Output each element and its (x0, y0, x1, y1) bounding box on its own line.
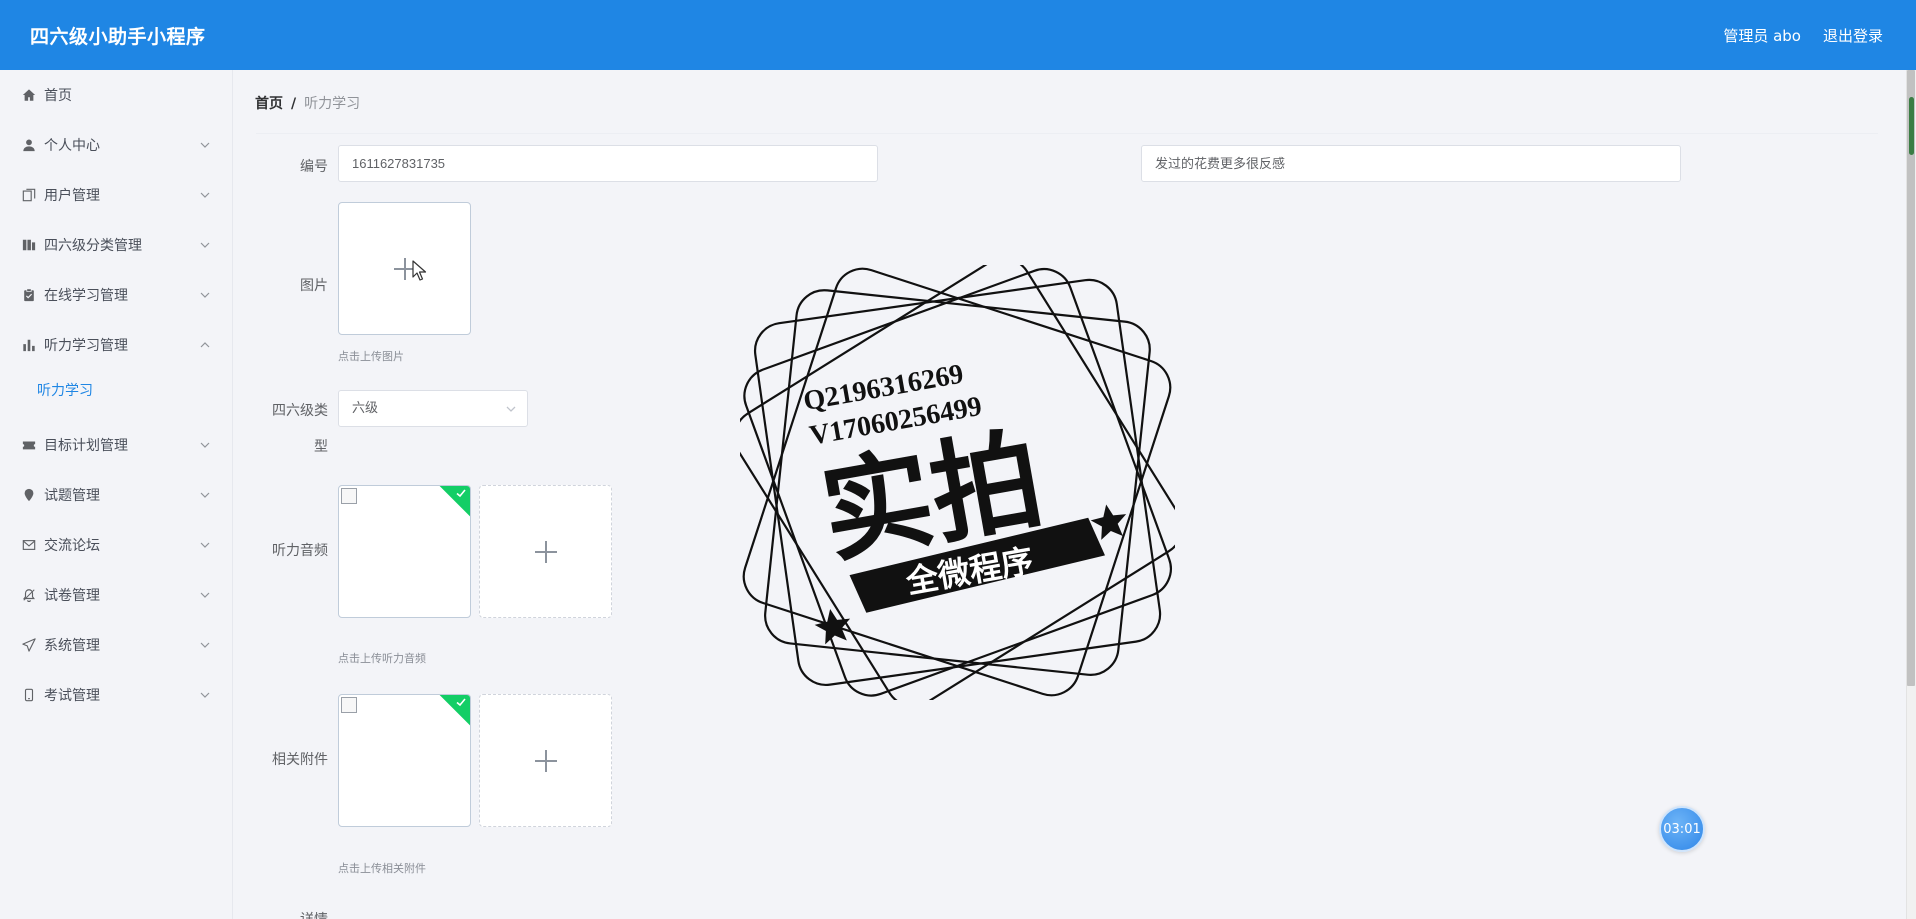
audio-upload-tip: 点击上传听力音频 (338, 652, 426, 665)
breadcrumb-current: 听力学习 (304, 96, 361, 112)
scrollbar-thumb[interactable] (1907, 70, 1915, 686)
chevron-down-icon (200, 242, 210, 248)
sidebar-item-profile[interactable]: 个人中心 (0, 120, 233, 170)
sidebar-item-label: 试卷管理 (44, 588, 100, 604)
mobile-icon (22, 688, 36, 702)
broken-image-icon (341, 488, 357, 504)
location-icon (22, 488, 36, 502)
attachment-upload-button[interactable] (479, 694, 612, 827)
audio-file-card[interactable] (338, 485, 471, 618)
image-upload-tip: 点击上传图片 (338, 350, 404, 363)
sidebar-item-label: 在线学习管理 (44, 288, 128, 304)
sidebar-item-label: 系统管理 (44, 638, 100, 654)
sidebar-item-category[interactable]: 四六级分类管理 (0, 220, 233, 270)
header-actions: 管理员 abo 退出登录 (1723, 25, 1883, 46)
number-label: 编号 (300, 159, 328, 175)
sidebar-item-label: 试题管理 (44, 488, 100, 504)
sidebar-item-exams[interactable]: 考试管理 (0, 670, 233, 720)
chevron-down-icon (200, 542, 210, 548)
sidebar-item-label: 四六级分类管理 (44, 238, 142, 254)
breadcrumb: 首页 / 听力学习 (255, 93, 360, 113)
sidebar-item-label: 听力学习管理 (44, 338, 128, 354)
chevron-down-icon (200, 142, 210, 148)
chevron-down-icon (200, 492, 210, 498)
image-label: 图片 (300, 278, 328, 294)
sidebar-item-online-study[interactable]: 在线学习管理 (0, 270, 233, 320)
admin-label[interactable]: 管理员 abo (1723, 25, 1801, 46)
bell-icon (22, 588, 36, 602)
attachment-file-card[interactable] (338, 694, 471, 827)
type-label: 四六级类 (272, 403, 328, 419)
sidebar-item-questions[interactable]: 试题管理 (0, 470, 233, 520)
chevron-down-icon (200, 292, 210, 298)
sidebar-item-papers[interactable]: 试卷管理 (0, 570, 233, 620)
chevron-up-icon (200, 342, 210, 348)
send-icon (22, 638, 36, 652)
app-title: 四六级小助手小程序 (30, 26, 206, 48)
main-content: 首页 / 听力学习 编号 1611627831735 标题 发过的花费更多很反感 图… (234, 70, 1916, 919)
message-icon (22, 538, 36, 552)
sidebar-item-home[interactable]: 首页 (0, 70, 233, 120)
broken-image-icon (341, 697, 357, 713)
home-icon (22, 88, 36, 102)
sidebar-item-label: 目标计划管理 (44, 438, 128, 454)
image-upload-button[interactable] (338, 202, 471, 335)
sidebar-item-label: 交流论坛 (44, 538, 100, 554)
type-select[interactable]: 六级 (338, 390, 528, 427)
audio-label: 听力音频 (272, 543, 328, 559)
plus-icon (534, 749, 557, 772)
scrollbar-marker (1909, 97, 1914, 155)
check-icon (456, 489, 466, 498)
chevron-down-icon (200, 642, 210, 648)
audio-upload-button[interactable] (479, 485, 612, 618)
sidebar-item-label: 首页 (44, 88, 72, 104)
sidebar-item-forum[interactable]: 交流论坛 (0, 520, 233, 570)
sidebar-item-goal-plan[interactable]: 目标计划管理 (0, 420, 233, 470)
chevron-down-icon (506, 406, 516, 412)
user-icon (22, 138, 36, 152)
breadcrumb-home[interactable]: 首页 (255, 96, 283, 112)
number-input[interactable]: 1611627831735 (338, 145, 878, 182)
bar-chart-icon (22, 338, 36, 352)
chevron-down-icon (200, 692, 210, 698)
attachment-upload-tip: 点击上传相关附件 (338, 862, 426, 875)
timer-badge[interactable]: 03:01 (1659, 806, 1705, 852)
chevron-down-icon (200, 192, 210, 198)
columns-icon (22, 238, 36, 252)
sidebar-item-users[interactable]: 用户管理 (0, 170, 233, 220)
ticket-icon (22, 438, 36, 452)
type-select-value: 六级 (352, 401, 379, 416)
sidebar-item-label: 考试管理 (44, 688, 100, 704)
breadcrumb-separator: / (291, 96, 297, 112)
chevron-down-icon (200, 442, 210, 448)
clipboard-icon (22, 288, 36, 302)
sidebar-item-system[interactable]: 系统管理 (0, 620, 233, 670)
copy-icon (22, 188, 36, 202)
sidebar-item-label: 个人中心 (44, 138, 100, 154)
sidebar-item-listening[interactable]: 听力学习管理 (0, 320, 233, 370)
top-header: 四六级小助手小程序 管理员 abo 退出登录 (0, 0, 1916, 70)
mouse-cursor-icon (412, 260, 427, 281)
attachment-label: 相关附件 (272, 752, 328, 768)
form-panel: 编号 1611627831735 标题 发过的花费更多很反感 图片 点击上传图片… (256, 133, 1878, 919)
check-icon (456, 698, 466, 707)
chevron-down-icon (200, 592, 210, 598)
detail-label: 详情 (256, 909, 328, 919)
plus-icon (534, 540, 557, 563)
sidebar-item-label: 用户管理 (44, 188, 100, 204)
sidebar-subitem-listening-study[interactable]: 听力学习 (0, 370, 233, 410)
sidebar: 首页 个人中心 用户管理 四六级分类管理 在线学习管理 听力学习管理 听力学习 … (0, 70, 233, 919)
logout-button[interactable]: 退出登录 (1823, 25, 1883, 46)
title-input[interactable]: 发过的花费更多很反感 (1141, 145, 1681, 182)
type-label-cont: 型 (314, 439, 328, 455)
